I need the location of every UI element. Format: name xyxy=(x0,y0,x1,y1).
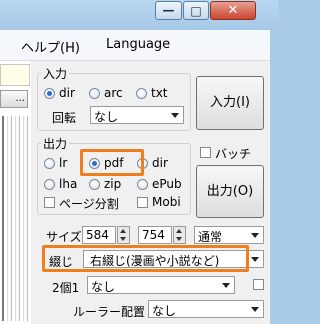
input-radio-dir-label: dir xyxy=(59,86,75,100)
input-radio-txt[interactable] xyxy=(136,88,147,99)
chevron-down-icon xyxy=(222,283,230,288)
input-radio-dir[interactable] xyxy=(44,88,55,99)
minimize-icon: — xyxy=(162,3,175,17)
output-radio-epub-label: ePub xyxy=(152,177,182,191)
menu-help[interactable]: ヘルプ(H) xyxy=(21,37,80,56)
rotation-select-value: なし xyxy=(94,110,119,124)
title-bar: — □ ✕ xyxy=(0,0,278,30)
ruler-select-value: なし xyxy=(152,304,177,318)
output-radio-lha[interactable] xyxy=(44,179,55,190)
height-spinner[interactable] xyxy=(173,226,186,244)
maximize-icon: □ xyxy=(190,4,202,18)
output-radio-lr-label: lr xyxy=(59,156,68,170)
height-input[interactable]: 754 xyxy=(138,226,172,244)
menu-language[interactable]: Language xyxy=(106,37,170,52)
pdf-highlight-box xyxy=(80,149,144,176)
two-in-one-checkbox[interactable] xyxy=(253,279,264,290)
maximize-button[interactable]: □ xyxy=(183,1,209,20)
ruler-select[interactable]: なし xyxy=(148,300,264,318)
mobi-checkbox[interactable] xyxy=(137,197,148,208)
input-radio-txt-label: txt xyxy=(151,86,168,100)
output-group-title: 出力 xyxy=(41,135,70,152)
chevron-down-icon xyxy=(251,233,259,238)
batch-label: バッチ xyxy=(215,147,252,161)
width-input[interactable]: 584 xyxy=(82,226,116,244)
size-mode-value: 通常 xyxy=(198,230,223,244)
spin-down-icon xyxy=(176,237,182,241)
spin-down-icon xyxy=(120,237,126,241)
output-button[interactable]: 出力(O) xyxy=(196,165,264,218)
ruler-label: ルーラー配置 xyxy=(73,305,146,319)
size-label: サイズ xyxy=(46,230,82,244)
size-mode-select[interactable]: 通常 xyxy=(194,226,264,244)
input-radio-arc[interactable] xyxy=(89,88,100,99)
two-in-one-value: なし xyxy=(91,280,116,294)
input-button[interactable]: 入力(I) xyxy=(196,76,264,130)
menu-bar: ヘルプ(H) Language xyxy=(0,30,270,61)
input-group-title: 入力 xyxy=(41,65,70,82)
close-icon: ✕ xyxy=(227,3,239,18)
path-field[interactable] xyxy=(0,64,30,86)
client-area: ... 入力 dir arc txt 回転 なし 入力(I) 出力 lr pdf… xyxy=(0,61,270,324)
output-radio-zip-label: zip xyxy=(104,177,122,191)
spin-up-icon xyxy=(120,229,126,233)
output-radio-lha-label: lha xyxy=(59,177,78,191)
mobi-label: Mobi xyxy=(152,195,181,209)
minimize-button[interactable]: — xyxy=(155,1,182,20)
page-split-label: ページ分割 xyxy=(59,197,119,211)
chevron-down-icon xyxy=(171,113,179,118)
spin-up-icon xyxy=(176,229,182,233)
close-button[interactable]: ✕ xyxy=(210,1,256,20)
width-spinner[interactable] xyxy=(117,226,130,244)
rotation-select[interactable]: なし xyxy=(90,106,184,124)
browse-button[interactable]: ... xyxy=(0,90,28,108)
output-radio-lr[interactable] xyxy=(44,158,55,169)
output-radio-dir-label: dir xyxy=(152,156,168,170)
chevron-down-icon xyxy=(251,257,259,262)
two-in-one-label: 2個1 xyxy=(52,281,80,295)
page-split-checkbox[interactable] xyxy=(44,197,55,208)
binding-highlight-box xyxy=(42,245,249,272)
chevron-down-icon xyxy=(251,307,259,312)
batch-checkbox[interactable] xyxy=(200,147,211,158)
input-radio-arc-label: arc xyxy=(104,86,123,100)
two-in-one-select[interactable]: なし xyxy=(87,276,235,294)
page-preview-image xyxy=(2,116,30,321)
output-radio-epub[interactable] xyxy=(137,179,148,190)
output-radio-zip[interactable] xyxy=(89,179,100,190)
rotation-label: 回転 xyxy=(52,111,77,125)
preview-pane: ... xyxy=(0,61,31,324)
window-frame-edge xyxy=(270,30,278,324)
input-group: 入力 dir arc txt 回転 なし xyxy=(37,65,191,131)
